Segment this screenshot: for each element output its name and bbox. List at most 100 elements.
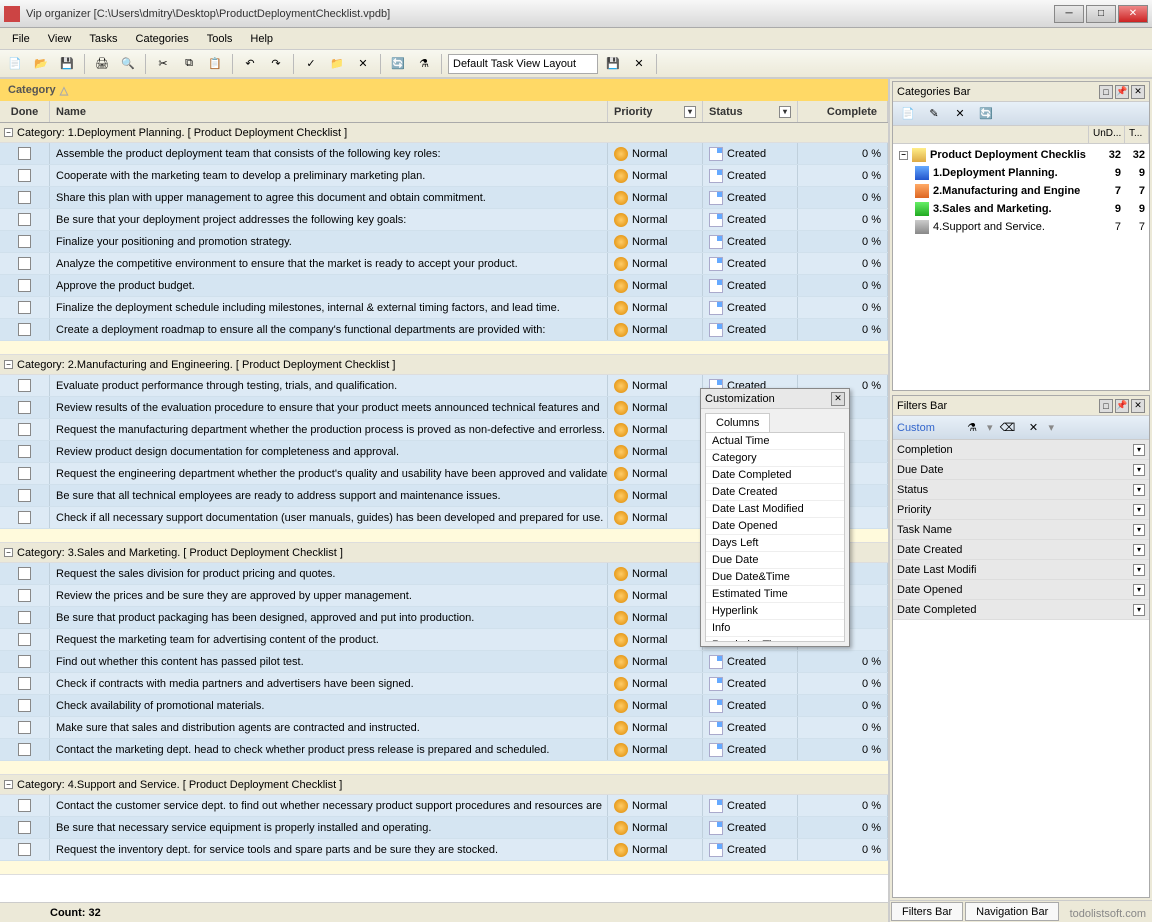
- panel-maximize-icon[interactable]: □: [1099, 85, 1113, 99]
- done-checkbox[interactable]: [18, 743, 31, 756]
- done-checkbox[interactable]: [18, 401, 31, 414]
- dropdown-icon[interactable]: ▾: [1133, 484, 1145, 496]
- done-checkbox[interactable]: [18, 611, 31, 624]
- close-button[interactable]: ✕: [1118, 5, 1148, 23]
- col-header-name[interactable]: Name: [50, 101, 608, 122]
- customization-tab-columns[interactable]: Columns: [705, 413, 770, 432]
- expand-icon[interactable]: −: [4, 128, 13, 137]
- dropdown-icon[interactable]: ▾: [1133, 564, 1145, 576]
- minimize-button[interactable]: ─: [1054, 5, 1084, 23]
- customization-dialog[interactable]: Customization ✕ Columns Actual TimeCateg…: [700, 388, 850, 647]
- tb-preview-icon[interactable]: 🔍: [117, 53, 139, 75]
- filter-row[interactable]: Priority▾: [893, 500, 1149, 520]
- done-checkbox[interactable]: [18, 445, 31, 458]
- panel-pin-icon[interactable]: 📌: [1115, 399, 1129, 413]
- menu-categories[interactable]: Categories: [128, 31, 197, 47]
- filter-apply-icon[interactable]: ⚗: [961, 417, 983, 439]
- tb-undo-icon[interactable]: ↶: [239, 53, 261, 75]
- task-row[interactable]: Create a deployment roadmap to ensure al…: [0, 319, 888, 341]
- filters-panel-header[interactable]: Filters Bar □ 📌 ✕: [893, 396, 1149, 416]
- done-checkbox[interactable]: [18, 511, 31, 524]
- filter-row[interactable]: Date Last Modifi▾: [893, 560, 1149, 580]
- done-checkbox[interactable]: [18, 821, 31, 834]
- tb-refresh-icon[interactable]: 🔄: [387, 53, 409, 75]
- col-header-complete[interactable]: Complete: [798, 101, 888, 122]
- filter-row[interactable]: Status▾: [893, 480, 1149, 500]
- category-row[interactable]: −Category: 1.Deployment Planning. [ Prod…: [0, 123, 888, 143]
- titlebar[interactable]: Vip organizer [C:\Users\dmitry\Desktop\P…: [0, 0, 1152, 28]
- tb-paste-icon[interactable]: 📋: [204, 53, 226, 75]
- tb-delete-icon[interactable]: ✕: [352, 53, 374, 75]
- dropdown-icon[interactable]: ▾: [1133, 544, 1145, 556]
- filter-row[interactable]: Due Date▾: [893, 460, 1149, 480]
- task-row[interactable]: Contact the marketing dept. head to chec…: [0, 739, 888, 761]
- expand-icon[interactable]: −: [899, 151, 908, 160]
- categories-panel-header[interactable]: Categories Bar □ 📌 ✕: [893, 82, 1149, 102]
- done-checkbox[interactable]: [18, 843, 31, 856]
- customization-column-item[interactable]: Due Date&Time: [706, 569, 844, 586]
- filter-custom-label[interactable]: Custom: [897, 422, 957, 434]
- customization-close-icon[interactable]: ✕: [831, 392, 845, 406]
- customization-column-item[interactable]: Due Date: [706, 552, 844, 569]
- task-row[interactable]: Be sure that your deployment project add…: [0, 209, 888, 231]
- customization-column-item[interactable]: Date Opened: [706, 518, 844, 535]
- done-checkbox[interactable]: [18, 235, 31, 248]
- done-checkbox[interactable]: [18, 301, 31, 314]
- customization-column-item[interactable]: Estimated Time: [706, 586, 844, 603]
- task-row[interactable]: Assemble the product deployment team tha…: [0, 143, 888, 165]
- done-checkbox[interactable]: [18, 169, 31, 182]
- col-header-done[interactable]: Done: [0, 101, 50, 122]
- task-row[interactable]: Approve the product budget.NormalCreated…: [0, 275, 888, 297]
- group-by-header[interactable]: Category △: [0, 79, 888, 101]
- done-checkbox[interactable]: [18, 633, 31, 646]
- done-checkbox[interactable]: [18, 213, 31, 226]
- done-checkbox[interactable]: [18, 699, 31, 712]
- dropdown-icon[interactable]: ▾: [1133, 604, 1145, 616]
- tab-filters-bar[interactable]: Filters Bar: [891, 902, 963, 921]
- customization-column-item[interactable]: Date Completed: [706, 467, 844, 484]
- done-checkbox[interactable]: [18, 721, 31, 734]
- task-row[interactable]: Find out whether this content has passed…: [0, 651, 888, 673]
- customization-column-item[interactable]: Category: [706, 450, 844, 467]
- filter-row[interactable]: Task Name▾: [893, 520, 1149, 540]
- customization-column-item[interactable]: Hyperlink: [706, 603, 844, 620]
- dropdown-icon[interactable]: ▾: [1133, 444, 1145, 456]
- dropdown-icon[interactable]: ▾: [1133, 524, 1145, 536]
- done-checkbox[interactable]: [18, 379, 31, 392]
- task-row[interactable]: Be sure that necessary service equipment…: [0, 817, 888, 839]
- task-row[interactable]: Finalize your positioning and promotion …: [0, 231, 888, 253]
- task-row[interactable]: Check availability of promotional materi…: [0, 695, 888, 717]
- done-checkbox[interactable]: [18, 489, 31, 502]
- tab-navigation-bar[interactable]: Navigation Bar: [965, 902, 1059, 921]
- customization-column-item[interactable]: Date Created: [706, 484, 844, 501]
- done-checkbox[interactable]: [18, 677, 31, 690]
- layout-combo[interactable]: [448, 54, 598, 74]
- tb-open-icon[interactable]: 📂: [30, 53, 52, 75]
- expand-icon[interactable]: −: [4, 360, 13, 369]
- filter-row[interactable]: Date Completed▾: [893, 600, 1149, 620]
- done-checkbox[interactable]: [18, 323, 31, 336]
- category-row[interactable]: −Category: 2.Manufacturing and Engineeri…: [0, 355, 888, 375]
- tree-item[interactable]: −Product Deployment Checklis3232: [895, 146, 1147, 164]
- panel-pin-icon[interactable]: 📌: [1115, 85, 1129, 99]
- cat-refresh-icon[interactable]: 🔄: [975, 103, 997, 125]
- dropdown-icon[interactable]: ▾: [779, 106, 791, 118]
- col-header-priority[interactable]: Priority▾: [608, 101, 703, 122]
- cat-new-icon[interactable]: 📄: [897, 103, 919, 125]
- filter-row[interactable]: Date Opened▾: [893, 580, 1149, 600]
- dropdown-icon[interactable]: ▾: [684, 106, 696, 118]
- done-checkbox[interactable]: [18, 799, 31, 812]
- task-row[interactable]: Check if contracts with media partners a…: [0, 673, 888, 695]
- dropdown-icon[interactable]: ▾: [1133, 584, 1145, 596]
- done-checkbox[interactable]: [18, 589, 31, 602]
- tb-cut-icon[interactable]: ✂: [152, 53, 174, 75]
- categories-tree[interactable]: −Product Deployment Checklis32321.Deploy…: [893, 144, 1149, 390]
- tree-item[interactable]: 1.Deployment Planning.99: [895, 164, 1147, 182]
- tb-layout-save-icon[interactable]: 💾: [602, 53, 624, 75]
- done-checkbox[interactable]: [18, 655, 31, 668]
- cat-edit-icon[interactable]: ✎: [923, 103, 945, 125]
- dropdown-icon[interactable]: ▾: [1133, 504, 1145, 516]
- customization-column-item[interactable]: Actual Time: [706, 433, 844, 450]
- task-row[interactable]: Request the inventory dept. for service …: [0, 839, 888, 861]
- done-checkbox[interactable]: [18, 147, 31, 160]
